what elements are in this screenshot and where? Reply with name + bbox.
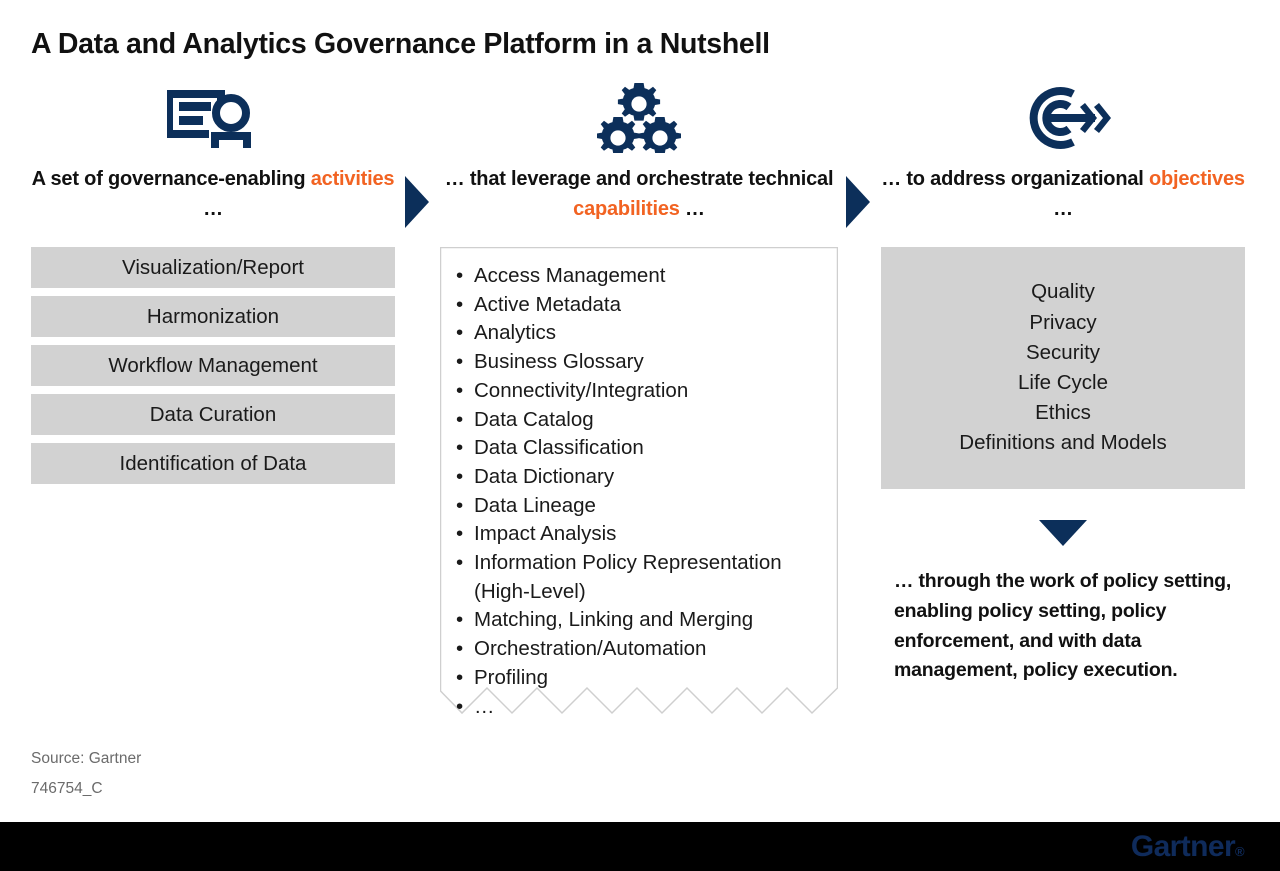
column-heading-activities: A set of governance-enabling activities … (31, 164, 395, 224)
objective-item: Security (1025, 340, 1101, 364)
capability-item: … (454, 693, 824, 722)
heading-text-highlight: objectives (1148, 168, 1245, 190)
heading-text-highlight: activities (310, 168, 395, 190)
source-id: 746754_C (31, 780, 103, 798)
capability-item: Data Lineage (454, 492, 824, 521)
capability-item: Data Catalog (454, 406, 824, 435)
column-heading-capabilities: … that leverage and orchestrate technica… (440, 164, 838, 224)
capability-item: Data Dictionary (454, 463, 824, 492)
activities-bar-list: Visualization/Report Harmonization Workf… (31, 247, 395, 492)
objective-item: Definitions and Models (959, 431, 1167, 455)
activity-bar[interactable]: Visualization/Report (31, 247, 395, 288)
registered-mark-icon: ® (1235, 843, 1245, 859)
heading-text-post: … (1053, 198, 1073, 220)
heading-text-pre: … to address organizational (881, 168, 1149, 190)
capability-item: Analytics (454, 319, 824, 348)
objective-item: Privacy (1029, 310, 1097, 334)
objectives-panel: Quality Privacy Security Life Cycle Ethi… (881, 247, 1245, 489)
gartner-logo: Gartner® (1130, 829, 1245, 864)
column-activities: A set of governance-enabling activities … (31, 82, 395, 224)
capability-item: Orchestration/Automation (454, 635, 824, 664)
id-badge-person-icon (31, 82, 395, 154)
slide-canvas: A Data and Analytics Governance Platform… (0, 0, 1280, 871)
capabilities-list: Access Management Active Metadata Analyt… (440, 247, 838, 721)
activity-bar[interactable]: Identification of Data (31, 443, 395, 484)
objective-item: Ethics (1035, 401, 1091, 425)
activity-bar[interactable]: Data Curation (31, 394, 395, 435)
objective-item: Life Cycle (1017, 371, 1108, 394)
down-arrow-icon (1039, 520, 1087, 546)
column-capabilities: … that leverage and orchestrate technica… (440, 82, 838, 224)
column-heading-objectives: … to address organizational objectives … (881, 164, 1245, 224)
right-arrow-icon-2 (846, 176, 870, 228)
capability-item: Connectivity/Integration (454, 377, 824, 406)
capability-item: Access Management (454, 262, 824, 291)
capability-item: Profiling (454, 664, 824, 693)
footer-bar: Gartner® (0, 822, 1280, 871)
gartner-logo-text: Gartner (1130, 829, 1236, 863)
capability-item: Active Metadata (454, 291, 824, 320)
objective-item: Quality (1031, 280, 1095, 304)
closing-statement: … through the work of policy setting, en… (894, 570, 1232, 682)
capability-item: Data Classification (454, 434, 824, 463)
source-block: Source: Gartner 746754_C (31, 744, 141, 804)
heading-text-pre: A set of governance-enabling (31, 168, 311, 190)
capability-item: Matching, Linking and Merging (454, 606, 824, 635)
source-line: Source: Gartner (31, 750, 142, 767)
page-title: A Data and Analytics Governance Platform… (31, 28, 770, 60)
capability-item: Information Policy Representation (High-… (454, 549, 824, 606)
heading-text-post: … (679, 198, 705, 220)
heading-text-pre: … that leverage and orchestrate technica… (444, 168, 834, 190)
capability-item: Business Glossary (454, 348, 824, 377)
right-arrow-icon-1 (405, 176, 429, 228)
activity-bar[interactable]: Harmonization (31, 296, 395, 337)
capability-item: Impact Analysis (454, 520, 824, 549)
activity-bar[interactable]: Workflow Management (31, 345, 395, 386)
heading-text-highlight: capabilities (573, 198, 680, 220)
column-objectives: … to address organizational objectives … (881, 82, 1245, 224)
heading-text-post: … (203, 198, 223, 220)
three-gears-icon (440, 82, 838, 154)
capabilities-torn-panel: Access Management Active Metadata Analyt… (440, 247, 838, 723)
target-arrow-icon (881, 82, 1245, 154)
